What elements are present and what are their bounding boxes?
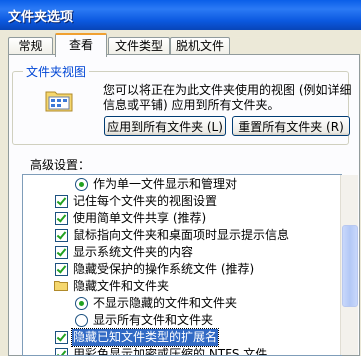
list-item[interactable]: 隐藏已知文件类型的扩展名 xyxy=(23,328,323,347)
scrollbar-thumb[interactable] xyxy=(342,225,358,307)
checkbox[interactable] xyxy=(55,246,68,259)
checkbox[interactable] xyxy=(55,195,68,208)
list-item[interactable]: 鼠标指向文件夹和桌面项时显示提示信息 xyxy=(23,227,323,244)
folder-icon xyxy=(54,281,68,291)
advanced-list-scrollbar[interactable] xyxy=(340,175,358,355)
checkbox[interactable] xyxy=(55,331,68,344)
window-title: 文件夹选项 xyxy=(8,10,74,25)
list-item-label: 隐藏文件和文件夹 xyxy=(73,279,170,293)
list-item-label: 不显示隐藏的文件和文件夹 xyxy=(93,296,238,310)
folder-view-legend: 文件夹视图 xyxy=(23,63,90,80)
folder-view-description: 您可以将正在为此文件夹使用的视图 (例如详细信息或平铺) 应用到所有文件夹。 xyxy=(103,83,352,112)
radio-button[interactable] xyxy=(75,314,88,327)
list-item-label: 隐藏受保护的操作系统文件 (推荐) xyxy=(73,262,255,276)
list-item-label: 显示系统文件夹的内容 xyxy=(73,245,194,259)
list-item-label: 隐藏已知文件类型的扩展名 xyxy=(70,328,220,347)
list-item[interactable]: 显示所有文件和文件夹 xyxy=(23,312,323,329)
advanced-settings-label: 高级设置： xyxy=(30,158,91,172)
list-item[interactable]: 作为单一文件显示和管理对 xyxy=(23,176,323,193)
list-item-label: 记住每个文件夹的视图设置 xyxy=(73,194,218,208)
checkbox[interactable] xyxy=(55,229,68,242)
tab-general[interactable]: 常规 xyxy=(8,37,53,55)
list-item[interactable]: 记住每个文件夹的视图设置 xyxy=(23,193,323,210)
tab-offline-files[interactable]: 脱机文件 xyxy=(170,37,230,55)
list-item[interactable]: 显示系统文件夹的内容 xyxy=(23,244,323,261)
radio-button[interactable] xyxy=(75,178,88,191)
list-item[interactable]: 用彩色显示加密或压缩的 NTFS 文件 xyxy=(23,346,323,356)
apply-to-all-folders-button[interactable]: 应用到所有文件夹 (L) xyxy=(104,116,226,136)
title-bar[interactable]: 文件夹选项 xyxy=(0,0,361,30)
tab-file-types[interactable]: 文件类型 xyxy=(108,37,170,55)
checkbox[interactable] xyxy=(55,263,68,276)
reset-all-folders-button[interactable]: 重置所有文件夹 (R) xyxy=(232,116,350,136)
list-item[interactable]: 使用简单文件共享 (推荐) xyxy=(23,210,323,227)
tab-view[interactable]: 查看 xyxy=(55,33,107,57)
tab-strip: 常规 查看 文件类型 脱机文件 xyxy=(0,33,361,57)
radio-button[interactable] xyxy=(75,297,88,310)
advanced-settings-list[interactable]: 作为单一文件显示和管理对 记住每个文件夹的视图设置 使用简单文件共享 (推荐) … xyxy=(22,174,342,356)
list-item-label: 作为单一文件显示和管理对 xyxy=(93,177,238,191)
checkbox[interactable] xyxy=(55,348,68,355)
list-item-label: 用彩色显示加密或压缩的 NTFS 文件 xyxy=(73,347,268,356)
list-item[interactable]: 不显示隐藏的文件和文件夹 xyxy=(23,295,323,312)
list-item[interactable]: 隐藏受保护的操作系统文件 (推荐) xyxy=(23,261,323,278)
list-item-label: 鼠标指向文件夹和桌面项时显示提示信息 xyxy=(73,228,290,242)
list-item-label: 显示所有文件和文件夹 xyxy=(93,313,214,327)
folder-view-icon xyxy=(45,91,73,112)
list-item-label: 使用简单文件共享 (推荐) xyxy=(73,211,207,225)
list-item: 隐藏文件和文件夹 xyxy=(23,278,323,295)
checkbox[interactable] xyxy=(55,212,68,225)
